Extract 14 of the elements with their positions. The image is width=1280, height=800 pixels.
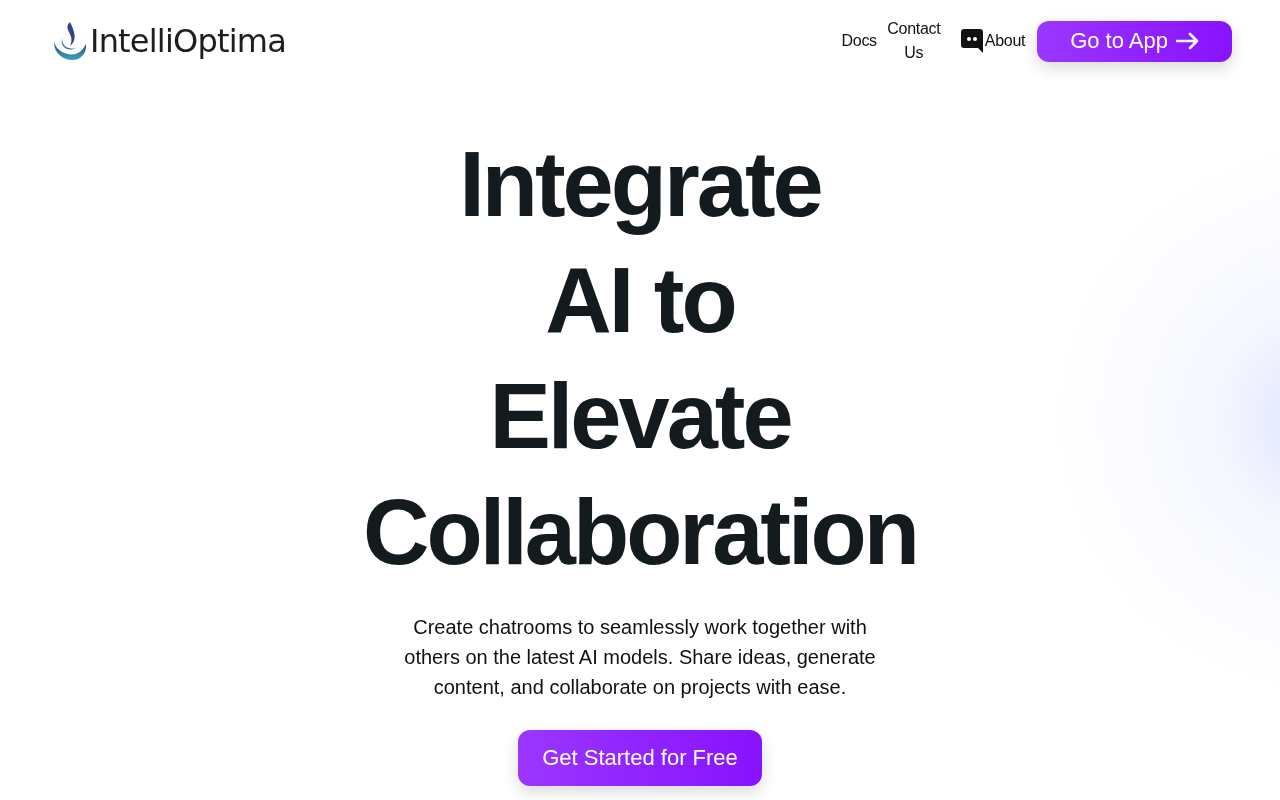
get-started-button[interactable]: Get Started for Free [518,730,762,786]
nav-link[interactable]: Contact Us [884,17,943,65]
headline: Elevate [489,364,791,469]
nav-link[interactable]: Docs [841,29,877,53]
arrow-right-icon [1176,32,1200,50]
chat-icon [960,29,983,53]
headline: Collaboration [363,480,917,585]
headline: AI to [545,248,735,353]
flame-logo-icon [52,20,88,62]
description: Create chatrooms to seamlessly work together with others on the latest AI models. Share ideas, generate content, and collaborate on projects with ease. [403,615,877,700]
go-to-app-button[interactable]: Go to App [1037,20,1232,62]
logo-text: IntelliOptima [90,22,286,60]
headline: Integrate [459,132,821,237]
nav-link[interactable]: About [960,29,1026,53]
